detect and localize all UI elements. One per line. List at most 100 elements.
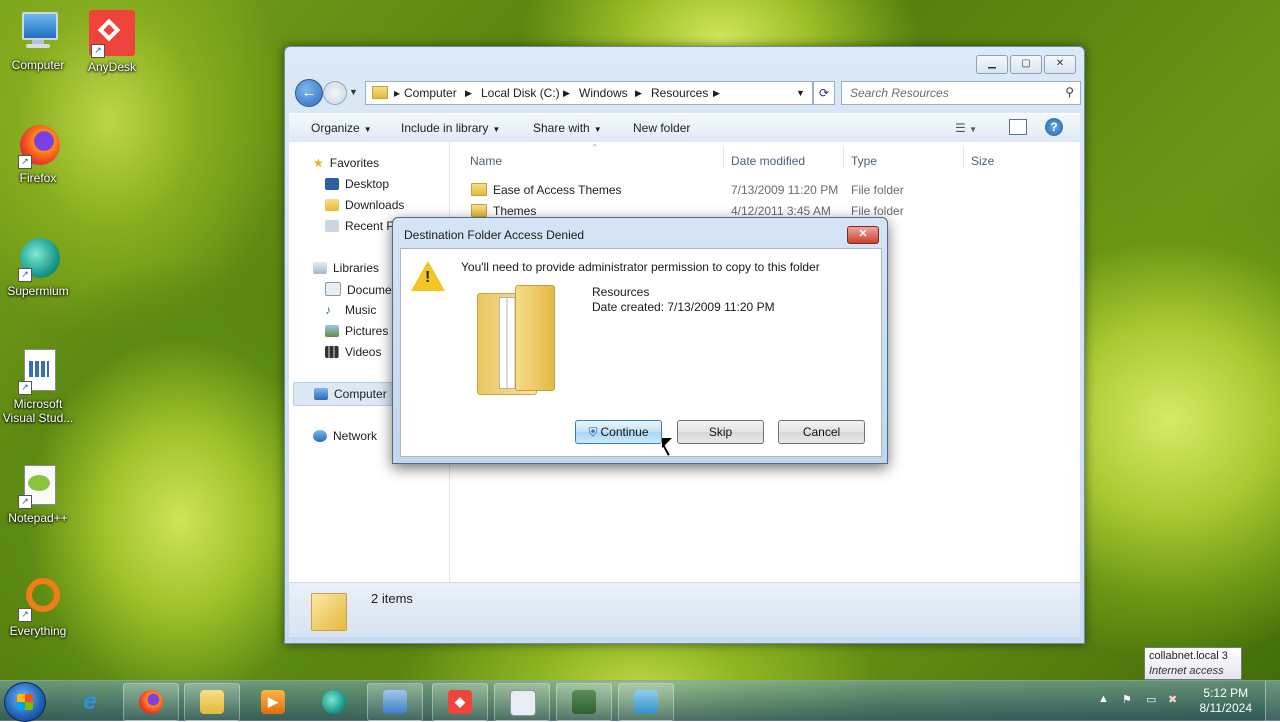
nav-label: Pictures (345, 324, 389, 338)
include-in-library-label: Include in library (401, 121, 489, 135)
search-input[interactable]: Search Resources (850, 86, 949, 100)
clock-date: 8/11/2024 (1199, 701, 1253, 715)
breadcrumb-local-disk[interactable]: Local Disk (C:) (481, 86, 560, 100)
clock[interactable]: 5:12 PM 8/11/2024 (1200, 686, 1253, 716)
view-options-icon[interactable]: ☰ ▼ (955, 121, 977, 135)
breadcrumb-separator-icon[interactable]: ▶ (635, 88, 642, 99)
column-header-name[interactable]: Name (470, 154, 502, 168)
nav-videos[interactable]: Videos (325, 345, 381, 359)
taskbar-app[interactable] (556, 683, 612, 721)
network-tooltip: collabnet.local 3 Internet access (1144, 647, 1242, 680)
nav-desktop[interactable]: Desktop (325, 177, 389, 191)
organize-menu[interactable]: Organize ▼ (311, 121, 372, 135)
new-folder-button[interactable]: New folder (633, 121, 690, 135)
action-center-flag-icon[interactable]: ⚑ (1122, 693, 1132, 706)
skip-button[interactable]: Skip (677, 420, 764, 444)
utility-app-icon (634, 690, 658, 714)
cancel-button[interactable]: Cancel (778, 420, 865, 444)
desktop-icon (325, 178, 339, 190)
dialog-close-button[interactable]: ✕ (847, 226, 879, 244)
nav-label: Music (345, 303, 377, 317)
nav-libraries[interactable]: Libraries (313, 261, 379, 275)
nav-label: Documer (347, 283, 396, 297)
column-header-type[interactable]: Type (851, 154, 877, 168)
libraries-icon (313, 262, 327, 274)
include-in-library-menu[interactable]: Include in library ▼ (401, 121, 500, 135)
breadcrumb-separator-icon[interactable]: ▶ (465, 88, 472, 99)
column-header-size[interactable]: Size (971, 154, 994, 168)
breadcrumb-windows[interactable]: Windows (579, 86, 628, 100)
desktop-icon-computer[interactable]: Computer (0, 10, 76, 72)
taskbar-explorer[interactable] (184, 683, 240, 721)
back-button[interactable]: ← (295, 79, 323, 107)
network-error-icon[interactable]: ✖ (1168, 693, 1177, 706)
nav-pictures[interactable]: Pictures (325, 324, 388, 338)
show-hidden-icons-icon[interactable]: ▲ (1098, 693, 1109, 705)
start-button[interactable] (4, 682, 46, 722)
desktop-icon-label: Microsoft Visual Stud... (2, 397, 74, 425)
column-divider[interactable] (843, 146, 844, 168)
taskbar-anydesk[interactable]: ◆ (432, 683, 488, 721)
file-row[interactable]: Themes (471, 204, 536, 218)
desktop-icon-firefox[interactable]: ↗ Firefox (0, 123, 76, 185)
breadcrumb-separator-icon[interactable]: ▶ (713, 88, 720, 99)
taskbar: e ▶ ◆ ▲ ⚑ ▭ ✖ 5:12 PM 8/11/2024 (0, 680, 1280, 722)
everything-icon: ↗ (16, 576, 60, 622)
navigation-bar: ← ▼ ▸ Computer ▶ Local Disk (C:) ▶ Windo… (293, 79, 1081, 107)
nav-label: Libraries (333, 261, 380, 275)
system-tray: ▲ ⚑ ▭ ✖ 5:12 PM 8/11/2024 (1090, 681, 1280, 721)
share-with-menu[interactable]: Share with ▼ (533, 121, 602, 135)
chevron-down-icon: ▼ (593, 125, 602, 134)
forward-button[interactable] (323, 81, 347, 105)
refresh-button[interactable]: ⟳ (813, 81, 835, 105)
continue-button[interactable]: ⛨ Continue (575, 420, 662, 444)
taskbar-app[interactable] (618, 683, 674, 721)
nav-music[interactable]: ♪ Music (325, 303, 376, 317)
close-button[interactable]: ✕ (1044, 55, 1076, 74)
dialog-message: You'll need to provide administrator per… (461, 260, 820, 274)
notepadpp-icon: ↗ (16, 463, 60, 509)
taskbar-app[interactable] (494, 683, 550, 721)
music-icon: ♪ (325, 303, 331, 317)
breadcrumb-separator-icon[interactable]: ▶ (563, 88, 570, 99)
desktop-icon-notepadpp[interactable]: ↗ Notepad++ (0, 463, 76, 525)
folder-icon (477, 285, 555, 397)
taskbar-firefox[interactable] (123, 683, 179, 721)
show-desktop-button[interactable] (1265, 681, 1280, 721)
organize-label: Organize (311, 121, 360, 135)
column-divider[interactable] (963, 146, 964, 168)
recent-pages-dropdown[interactable]: ▼ (349, 87, 358, 97)
preview-pane-icon[interactable] (1009, 119, 1027, 135)
taskbar-supermium[interactable] (306, 683, 362, 721)
desktop-icon-label: AnyDesk (87, 60, 137, 74)
breadcrumb-computer[interactable]: Computer (404, 86, 457, 100)
window-caption-buttons: ▁ ▢ ✕ (976, 55, 1076, 74)
nav-downloads[interactable]: Downloads (325, 198, 404, 212)
supermium-icon (322, 690, 346, 714)
nav-recent-places[interactable]: Recent Pl (325, 219, 397, 233)
desktop-icon-everything[interactable]: ↗ Everything (0, 576, 76, 638)
desktop-icon-anydesk[interactable]: ↗ AnyDesk (74, 10, 150, 74)
anydesk-icon: ◆ (448, 690, 472, 714)
nav-documents[interactable]: Documer (325, 282, 396, 297)
taskbar-media-player[interactable]: ▶ (245, 683, 301, 721)
taskbar-control-panel[interactable] (367, 683, 423, 721)
nav-favorites[interactable]: ★ Favorites (313, 156, 379, 170)
nav-network[interactable]: Network (313, 429, 377, 443)
minimize-button[interactable]: ▁ (976, 55, 1008, 74)
address-bar[interactable]: ▸ Computer ▶ Local Disk (C:) ▶ Windows ▶… (365, 81, 813, 105)
help-icon[interactable]: ? (1045, 118, 1063, 136)
display-icon[interactable]: ▭ (1146, 693, 1156, 706)
search-box[interactable]: Search Resources ⚲ (841, 81, 1081, 105)
column-header-date-modified[interactable]: Date modified (731, 154, 805, 168)
column-divider[interactable] (723, 146, 724, 168)
command-bar: Organize ▼ Include in library ▼ Share with… (289, 113, 1080, 143)
desktop-icon-supermium[interactable]: ↗ Supermium (0, 236, 76, 298)
address-history-dropdown-icon[interactable]: ▼ (796, 88, 805, 98)
file-row[interactable]: Ease of Access Themes (471, 183, 622, 197)
maximize-button[interactable]: ▢ (1010, 55, 1042, 74)
taskbar-internet-explorer[interactable]: e (62, 683, 118, 721)
documents-icon (325, 282, 341, 296)
desktop-icon-visual-studio[interactable]: ↗ Microsoft Visual Stud... (0, 349, 76, 425)
breadcrumb-resources[interactable]: Resources (651, 86, 708, 100)
